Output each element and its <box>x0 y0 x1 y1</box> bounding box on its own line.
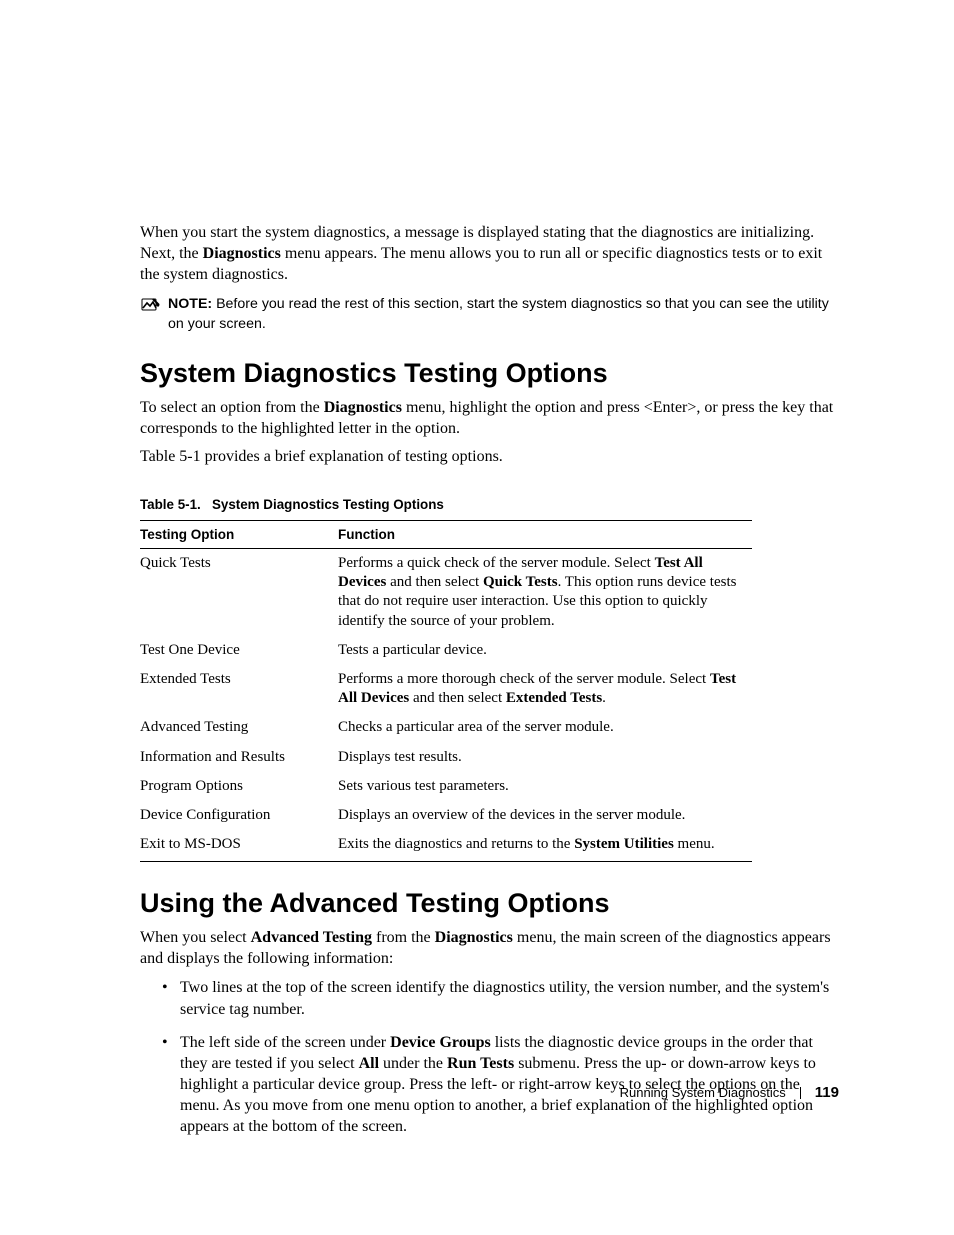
table-row: Test One Device Tests a particular devic… <box>140 636 752 665</box>
bold-text: Run Tests <box>447 1055 514 1072</box>
function-cell: Displays test results. <box>338 743 752 772</box>
bold-text: Device Groups <box>390 1034 491 1051</box>
bold-text: Diagnostics <box>324 399 402 416</box>
footer-chapter: Running System Diagnostics <box>620 1085 786 1100</box>
table-row: Program Options Sets various test parame… <box>140 772 752 801</box>
table-row: Extended Tests Performs a more thorough … <box>140 665 752 713</box>
note-block: NOTE: Before you read the rest of this s… <box>140 295 839 333</box>
table-header-function: Function <box>338 521 752 549</box>
note-label: NOTE: <box>168 296 216 312</box>
text: from the <box>372 929 435 946</box>
section-heading-options: System Diagnostics Testing Options <box>140 358 839 389</box>
document-page: When you start the system diagnostics, a… <box>0 0 954 1235</box>
table-row: Quick Tests Performs a quick check of th… <box>140 549 752 636</box>
option-cell: Program Options <box>140 772 338 801</box>
text: under the <box>379 1055 447 1072</box>
option-cell: Test One Device <box>140 636 338 665</box>
function-cell: Tests a particular device. <box>338 636 752 665</box>
bold-text: Diagnostics <box>203 245 281 262</box>
bold-text: All <box>359 1055 379 1072</box>
function-cell: Performs a more thorough check of the se… <box>338 665 752 713</box>
text: To select an option from the <box>140 399 324 416</box>
section1-paragraph-1: To select an option from the Diagnostics… <box>140 397 839 439</box>
text: Table 5-1. <box>140 497 201 512</box>
text: Performs a quick check of the server mod… <box>338 555 655 571</box>
section1-paragraph-2: Table 5-1 provides a brief explanation o… <box>140 446 839 467</box>
table-caption: Table 5-1. System Diagnostics Testing Op… <box>140 497 839 512</box>
function-cell: Checks a particular area of the server m… <box>338 713 752 742</box>
table-header-option: Testing Option <box>140 521 338 549</box>
page-footer: Running System Diagnostics 119 <box>620 1084 839 1101</box>
table-row: Advanced Testing Checks a particular are… <box>140 713 752 742</box>
text: Exits the diagnostics and returns to the <box>338 836 574 852</box>
bold-text: Quick Tests <box>483 574 558 590</box>
page-number: 119 <box>815 1084 839 1101</box>
bold-text: Advanced Testing <box>251 929 372 946</box>
bold-text: Diagnostics <box>435 929 513 946</box>
text: Before you read the rest of this section… <box>168 296 829 331</box>
option-cell: Exit to MS-DOS <box>140 830 338 862</box>
text: System Diagnostics Testing Options <box>212 497 444 512</box>
text: The left side of the screen under <box>180 1034 390 1051</box>
function-cell: Exits the diagnostics and returns to the… <box>338 830 752 862</box>
function-cell: Performs a quick check of the server mod… <box>338 549 752 636</box>
note-text: NOTE: Before you read the rest of this s… <box>168 295 839 333</box>
intro-paragraph: When you start the system diagnostics, a… <box>140 222 839 285</box>
bold-text: System Utilities <box>574 836 674 852</box>
option-cell: Information and Results <box>140 743 338 772</box>
bold-text: Extended Tests <box>506 690 602 706</box>
list-item: Two lines at the top of the screen ident… <box>140 977 839 1019</box>
table-header-row: Testing Option Function <box>140 521 752 549</box>
text: . <box>602 690 606 706</box>
text: and then select <box>409 690 506 706</box>
option-cell: Device Configuration <box>140 801 338 830</box>
note-icon <box>140 296 160 314</box>
section2-paragraph: When you select Advanced Testing from th… <box>140 927 839 969</box>
option-cell: Extended Tests <box>140 665 338 713</box>
table-row: Device Configuration Displays an overvie… <box>140 801 752 830</box>
table-row: Information and Results Displays test re… <box>140 743 752 772</box>
text: Performs a more thorough check of the se… <box>338 671 710 687</box>
option-cell: Quick Tests <box>140 549 338 636</box>
text: menu. <box>674 836 715 852</box>
options-table: Testing Option Function Quick Tests Perf… <box>140 520 752 862</box>
footer-separator <box>800 1087 801 1099</box>
function-cell: Sets various test parameters. <box>338 772 752 801</box>
option-cell: Advanced Testing <box>140 713 338 742</box>
function-cell: Displays an overview of the devices in t… <box>338 801 752 830</box>
text: and then select <box>386 574 483 590</box>
text: When you select <box>140 929 251 946</box>
table-row: Exit to MS-DOS Exits the diagnostics and… <box>140 830 752 862</box>
bullet-list: Two lines at the top of the screen ident… <box>140 977 839 1137</box>
section-heading-advanced: Using the Advanced Testing Options <box>140 888 839 919</box>
